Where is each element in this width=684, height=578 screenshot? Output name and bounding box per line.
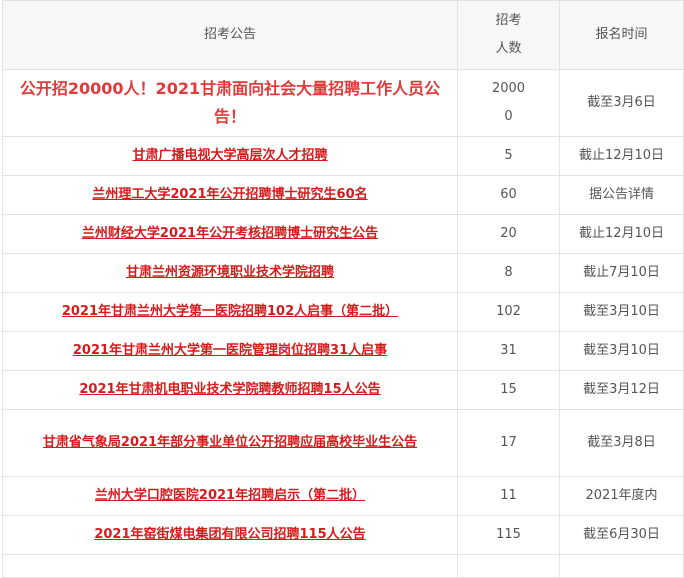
header-notice: 招考公告 (2, 0, 458, 70)
notice-link[interactable]: 甘肃广播电视大学高层次人才招聘 (132, 148, 327, 163)
date-cell: 截止12月10日 (559, 136, 684, 176)
count-cell: 20000 (457, 69, 560, 137)
date-cell: 截止7月10日 (559, 253, 684, 293)
notice-cell: 甘肃省气象局2021年部分事业单位公开招聘应届高校毕业生公告 (2, 409, 458, 477)
table-row (2, 554, 684, 578)
table-row: 兰州大学口腔医院2021年招聘启示（第二批） 11 2021年度内 (2, 476, 684, 516)
notice-cell: 甘肃广播电视大学高层次人才招聘 (2, 136, 458, 176)
count-cell: 5 (457, 136, 560, 176)
date-cell: 截至3月6日 (559, 69, 684, 137)
date-cell: 据公告详情 (559, 175, 684, 215)
count-cell: 17 (457, 409, 560, 477)
notice-link[interactable]: 2021年甘肃机电职业技术学院聘教师招聘15人公告 (79, 382, 380, 397)
date-cell: 截至3月10日 (559, 331, 684, 371)
count-cell: 15 (457, 370, 560, 410)
notice-link[interactable]: 2021年窑街煤电集团有限公司招聘115人公告 (94, 527, 365, 542)
date-cell: 截止12月10日 (559, 214, 684, 254)
notice-cell: 甘肃兰州资源环境职业技术学院招聘 (2, 253, 458, 293)
notice-cell: 公开招20000人！2021甘肃面向社会大量招聘工作人员公告！ (2, 69, 458, 137)
date-cell: 2021年度内 (559, 476, 684, 516)
count-cell: 8 (457, 253, 560, 293)
table-row: 公开招20000人！2021甘肃面向社会大量招聘工作人员公告！ 20000 截至… (2, 69, 684, 137)
notice-link[interactable]: 甘肃兰州资源环境职业技术学院招聘 (126, 265, 334, 280)
notice-link[interactable]: 2021年甘肃兰州大学第一医院管理岗位招聘31人启事 (73, 343, 387, 358)
table-row: 甘肃广播电视大学高层次人才招聘 5 截止12月10日 (2, 136, 684, 176)
count-cell: 11 (457, 476, 560, 516)
table-row: 2021年甘肃兰州大学第一医院招聘102人启事（第二批） 102 截至3月10日 (2, 292, 684, 332)
table-row: 2021年甘肃兰州大学第一医院管理岗位招聘31人启事 31 截至3月10日 (2, 331, 684, 371)
notice-cell: 兰州大学口腔医院2021年招聘启示（第二批） (2, 476, 458, 516)
table-row: 甘肃省气象局2021年部分事业单位公开招聘应届高校毕业生公告 17 截至3月8日 (2, 409, 684, 477)
count-cell: 60 (457, 175, 560, 215)
count-cell: 20 (457, 214, 560, 254)
table-row: 2021年窑街煤电集团有限公司招聘115人公告 115 截至6月30日 (2, 515, 684, 555)
header-deadline: 报名时间 (559, 0, 684, 70)
table-row: 甘肃兰州资源环境职业技术学院招聘 8 截止7月10日 (2, 253, 684, 293)
notice-link[interactable]: 兰州大学口腔医院2021年招聘启示（第二批） (95, 488, 365, 503)
recruitment-table: 招考公告 招考人数 报名时间 公开招20000人！2021甘肃面向社会大量招聘工… (2, 0, 684, 578)
date-cell (559, 554, 684, 578)
notice-cell: 2021年窑街煤电集团有限公司招聘115人公告 (2, 515, 458, 555)
count-cell (457, 554, 560, 578)
notice-cell: 2021年甘肃兰州大学第一医院管理岗位招聘31人启事 (2, 331, 458, 371)
notice-cell: 兰州财经大学2021年公开考核招聘博士研究生公告 (2, 214, 458, 254)
table-row: 2021年甘肃机电职业技术学院聘教师招聘15人公告 15 截至3月12日 (2, 370, 684, 410)
count-cell: 115 (457, 515, 560, 555)
date-cell: 截至6月30日 (559, 515, 684, 555)
featured-title[interactable]: 公开招20000人！2021甘肃面向社会大量招聘工作人员公告！ (20, 79, 440, 126)
date-cell: 截至3月10日 (559, 292, 684, 332)
notice-cell: 2021年甘肃兰州大学第一医院招聘102人启事（第二批） (2, 292, 458, 332)
notice-cell: 2021年甘肃机电职业技术学院聘教师招聘15人公告 (2, 370, 458, 410)
date-cell: 截至3月12日 (559, 370, 684, 410)
notice-link[interactable]: 2021年甘肃兰州大学第一医院招聘102人启事（第二批） (62, 304, 398, 319)
table-row: 兰州理工大学2021年公开招聘博士研究生60名 60 据公告详情 (2, 175, 684, 215)
notice-cell (2, 554, 458, 578)
count-cell: 102 (457, 292, 560, 332)
notice-link[interactable]: 甘肃省气象局2021年部分事业单位公开招聘应届高校毕业生公告 (43, 435, 417, 450)
notice-link[interactable]: 兰州理工大学2021年公开招聘博士研究生60名 (92, 187, 367, 202)
notice-link[interactable]: 兰州财经大学2021年公开考核招聘博士研究生公告 (82, 226, 378, 241)
date-cell: 截至3月8日 (559, 409, 684, 477)
header-count: 招考人数 (457, 0, 560, 70)
count-cell: 31 (457, 331, 560, 371)
notice-cell: 兰州理工大学2021年公开招聘博士研究生60名 (2, 175, 458, 215)
table-row: 兰州财经大学2021年公开考核招聘博士研究生公告 20 截止12月10日 (2, 214, 684, 254)
